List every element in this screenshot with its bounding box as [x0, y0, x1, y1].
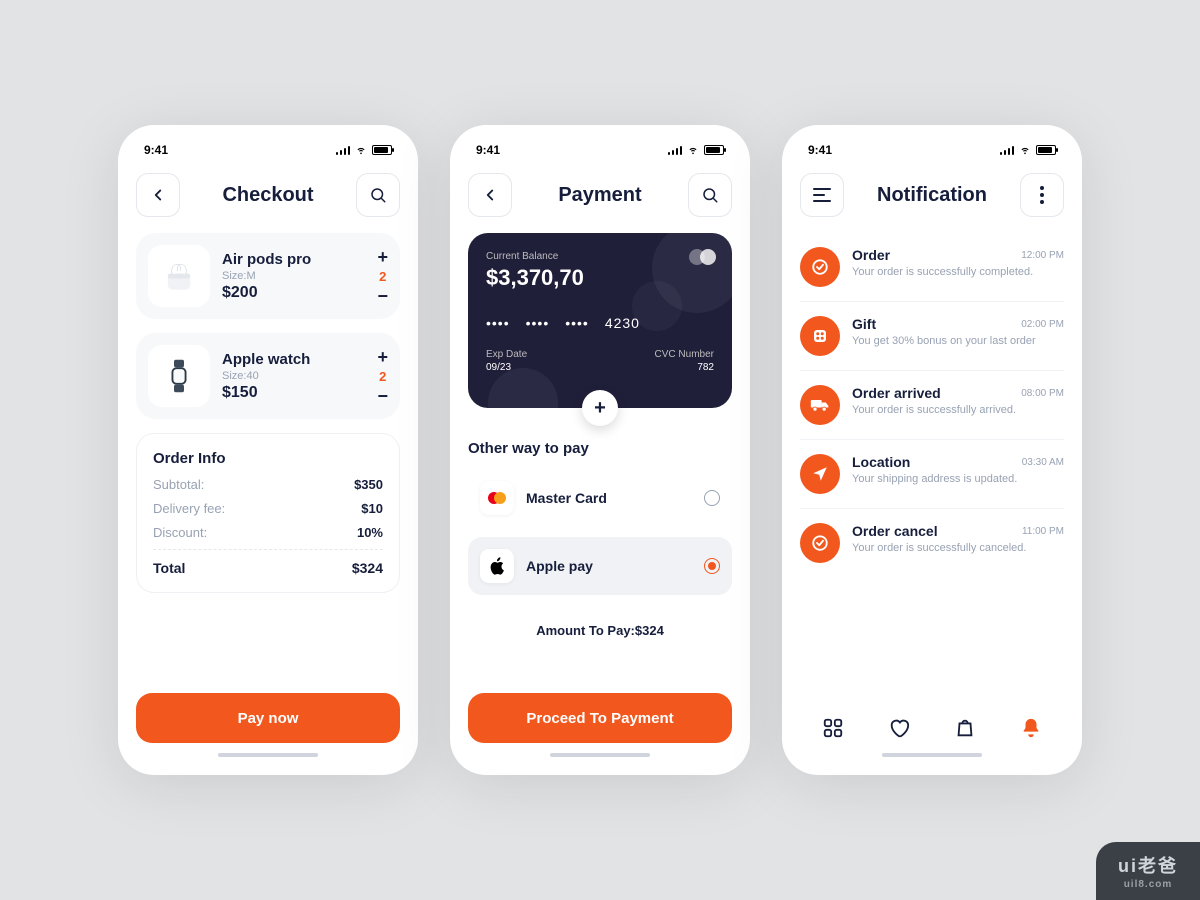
qty-minus[interactable]: − [377, 287, 388, 305]
chevron-left-icon [481, 186, 499, 204]
home-indicator [882, 753, 982, 757]
menu-button[interactable] [800, 173, 844, 217]
tab-home[interactable] [822, 717, 844, 739]
search-icon [369, 186, 387, 204]
truck-icon [810, 397, 830, 413]
check-circle-icon [811, 258, 829, 276]
radio-icon [704, 558, 720, 574]
mastercard-icon [689, 249, 716, 265]
back-button[interactable] [468, 173, 512, 217]
location-icon [811, 465, 829, 483]
watermark: ui老爸 uil8.com [1096, 842, 1200, 900]
notification-item[interactable]: Order arrived08:00 PM Your order is succ… [800, 371, 1064, 440]
more-icon [1040, 186, 1044, 204]
search-icon [701, 186, 719, 204]
status-bar: 9:41 [136, 143, 400, 165]
back-button[interactable] [136, 173, 180, 217]
item-size: Size:M [222, 270, 365, 282]
item-price: $150 [222, 384, 365, 402]
add-card-button[interactable]: + [582, 390, 618, 426]
order-info-card: Order Info Subtotal:$350 Delivery fee:$1… [136, 433, 400, 593]
notification-screen: 9:41 Notification Order12:00 PM Your ord… [782, 125, 1082, 775]
checkout-screen: 9:41 Checkout Air pods pro Size:M $200 [118, 125, 418, 775]
battery-icon [704, 145, 724, 155]
order-info-heading: Order Info [153, 450, 383, 467]
amount-to-pay: Amount To Pay:$324 [468, 623, 732, 638]
qty-value: 2 [379, 369, 386, 384]
page-title: Notification [877, 184, 987, 207]
menu-icon [813, 188, 831, 202]
airpods-icon [159, 256, 199, 296]
apple-logo-icon [489, 557, 505, 575]
card-number: ••••••••••••4230 [486, 315, 714, 331]
home-indicator [218, 753, 318, 757]
wifi-icon [1018, 145, 1032, 155]
chevron-left-icon [149, 186, 167, 204]
notification-item[interactable]: Order cancel11:00 PM Your order is succe… [800, 509, 1064, 577]
tab-favorites[interactable] [888, 717, 910, 739]
pay-option-applepay[interactable]: Apple pay [468, 537, 732, 595]
search-button[interactable] [356, 173, 400, 217]
status-time: 9:41 [144, 143, 168, 157]
qty-minus[interactable]: − [377, 387, 388, 405]
status-time: 9:41 [808, 143, 832, 157]
tab-bag[interactable] [954, 717, 976, 739]
cart-item: Apple watch Size:40 $150 + 2 − [136, 333, 400, 419]
signal-icon [668, 145, 683, 155]
wifi-icon [354, 145, 368, 155]
check-circle-icon [811, 534, 829, 552]
qty-plus[interactable]: + [377, 348, 388, 366]
gift-icon [811, 327, 829, 345]
battery-icon [372, 145, 392, 155]
tab-notifications[interactable] [1020, 717, 1042, 739]
mastercard-logo-icon [486, 491, 508, 505]
watch-icon [159, 356, 199, 396]
more-button[interactable] [1020, 173, 1064, 217]
search-button[interactable] [688, 173, 732, 217]
item-price: $200 [222, 284, 365, 302]
status-bar: 9:41 [468, 143, 732, 165]
radio-icon [704, 490, 720, 506]
product-thumb [148, 345, 210, 407]
status-time: 9:41 [476, 143, 500, 157]
pay-option-mastercard[interactable]: Master Card [468, 469, 732, 527]
notification-item[interactable]: Order12:00 PM Your order is successfully… [800, 233, 1064, 302]
wifi-icon [686, 145, 700, 155]
notification-item[interactable]: Gift02:00 PM You get 30% bonus on your l… [800, 302, 1064, 371]
other-pay-heading: Other way to pay [468, 440, 732, 457]
proceed-button[interactable]: Proceed To Payment [468, 693, 732, 743]
notification-item[interactable]: Location03:30 AM Your shipping address i… [800, 440, 1064, 509]
cart-item: Air pods pro Size:M $200 + 2 − [136, 233, 400, 319]
item-name: Apple watch [222, 351, 365, 368]
page-title: Payment [558, 184, 641, 207]
tab-bar [800, 707, 1064, 743]
item-name: Air pods pro [222, 251, 365, 268]
page-title: Checkout [222, 184, 313, 207]
battery-icon [1036, 145, 1056, 155]
signal-icon [1000, 145, 1015, 155]
status-bar: 9:41 [800, 143, 1064, 165]
product-thumb [148, 245, 210, 307]
home-indicator [550, 753, 650, 757]
qty-plus[interactable]: + [377, 248, 388, 266]
balance-card: Current Balance $3,370,70 ••••••••••••42… [468, 233, 732, 408]
item-size: Size:40 [222, 370, 365, 382]
qty-value: 2 [379, 269, 386, 284]
pay-now-button[interactable]: Pay now [136, 693, 400, 743]
payment-screen: 9:41 Payment Current Balance $3,370,70 •… [450, 125, 750, 775]
signal-icon [336, 145, 351, 155]
